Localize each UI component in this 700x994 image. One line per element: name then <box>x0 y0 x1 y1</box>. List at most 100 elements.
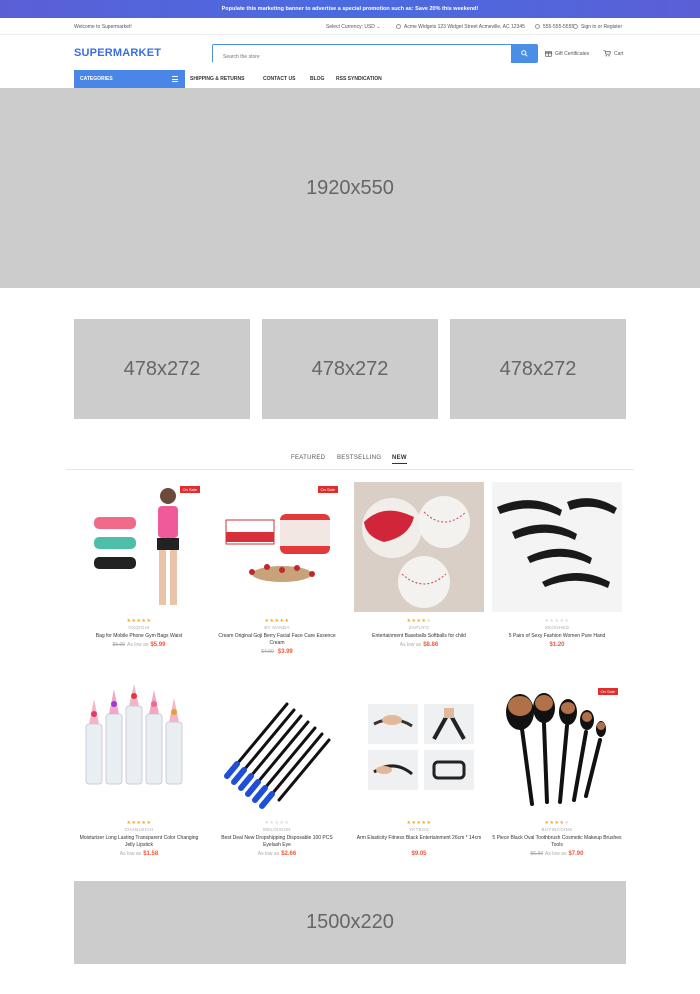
star-icon: ★ <box>564 618 570 624</box>
hero-placeholder-text: 1920x550 <box>306 176 394 199</box>
store-phone[interactable]: 555-555-5555 <box>535 24 574 30</box>
current-price: $3.99 <box>277 649 293 655</box>
currency-selector[interactable]: Select Currency: USD ⌄ <box>326 24 381 30</box>
product-card[interactable]: On Sale ★★★★★ OXQIGHI Bag for Mobile Pho… <box>74 482 204 667</box>
product-name[interactable]: Arm Elasticity Fitness Black Entertainme… <box>354 835 484 842</box>
phone-icon <box>535 24 540 30</box>
product-name[interactable]: Cream Original Goji Berry Facial Face Ca… <box>212 633 342 646</box>
product-image[interactable] <box>74 684 204 814</box>
rating-stars: ★★★★★ <box>492 618 622 624</box>
product-brand[interactable]: BY NANDA <box>212 625 342 630</box>
promo-banner: Populate this marketing banner to advert… <box>0 0 700 18</box>
product-price: As low as $8.86 <box>354 642 484 648</box>
product-name[interactable]: 5 Pairs of Sexy Fashion Women Pure Hand <box>492 633 622 640</box>
tab-bestselling[interactable]: BESTSELLING <box>337 455 381 461</box>
cart-link[interactable]: Cart <box>603 50 623 57</box>
search-input[interactable] <box>213 48 511 66</box>
address-text: Acme Widgets 123 Widget Street Acmeville… <box>404 24 525 30</box>
star-icon: ★ <box>426 618 432 624</box>
bottom-banner[interactable]: 1500x220 <box>74 881 626 964</box>
as-low-as: As low as <box>545 851 567 857</box>
old-price: $4.90 <box>261 649 274 655</box>
product-brand[interactable]: ZAPUYO <box>354 625 484 630</box>
old-price: $6.90 <box>530 851 544 857</box>
promo-tile-3[interactable]: 478x272 <box>450 319 626 419</box>
currency-label: Select Currency: USD <box>326 24 375 30</box>
search-button[interactable] <box>511 45 537 62</box>
product-brand[interactable]: OXQIGHI <box>74 625 204 630</box>
product-name[interactable]: Entertainment Baseballs Softballs for ch… <box>354 633 484 640</box>
store-address: Acme Widgets 123 Widget Street Acmeville… <box>396 24 525 30</box>
tile-placeholder-text: 478x272 <box>123 357 201 380</box>
star-icon: ★ <box>284 820 290 826</box>
rating-stars: ★★★★★ <box>354 618 484 624</box>
product-price: $4.90 $3.99 <box>212 649 342 655</box>
product-card[interactable]: On Sale ★★★★★ BUYINCOINS 5 Piece Black O… <box>492 684 622 869</box>
product-card[interactable]: ★★★★★ ZAPUYO Entertainment Baseballs Sof… <box>354 482 484 667</box>
rating-stars: ★★★★★ <box>492 820 622 826</box>
old-price: $6.00 <box>112 642 126 648</box>
product-image[interactable] <box>74 482 204 612</box>
product-image[interactable] <box>492 684 622 814</box>
product-name[interactable]: Moisturizer Long Lasting Transparent Col… <box>74 835 204 848</box>
product-name[interactable]: Best Deal New Dropshipping Disposable 10… <box>212 835 342 848</box>
product-price: $6.00 As low as $5.99 <box>74 642 204 648</box>
current-price: $9.05 <box>411 851 427 857</box>
product-card[interactable]: ★★★★★ CHANLECHI Moisturizer Long Lasting… <box>74 684 204 869</box>
product-card[interactable]: ★★★★★ YKTEOS Arm Elasticity Fitness Blac… <box>354 684 484 869</box>
location-pin-icon <box>396 24 401 30</box>
store-logo[interactable]: SUPERMARKET <box>74 47 161 59</box>
nav-shipping-returns[interactable]: SHIPPING & RETURNS <box>190 76 244 82</box>
signin-link[interactable]: Sign in or Register <box>573 24 622 30</box>
promo-text: Populate this marketing banner to advert… <box>221 6 479 12</box>
current-price: $1.20 <box>549 642 565 648</box>
product-price: $9.05 <box>354 851 484 857</box>
tab-featured[interactable]: FEATURED <box>291 455 325 461</box>
product-card[interactable]: On Sale ★★★★★ BY NANDA Cream Original Go… <box>212 482 342 667</box>
rating-stars: ★★★★★ <box>74 618 204 624</box>
product-card[interactable]: ★★★★★ MELOISION Best Deal New Dropshippi… <box>212 684 342 869</box>
signin-text: Sign in or Register <box>581 24 623 30</box>
tab-new[interactable]: NEW <box>392 455 407 464</box>
tabs-divider <box>66 469 634 470</box>
product-brand[interactable]: MELOISION <box>212 827 342 832</box>
promo-tile-2[interactable]: 478x272 <box>262 319 438 419</box>
product-image[interactable] <box>212 684 342 814</box>
header: SUPERMARKET Gift Certificates Cart <box>0 35 700 70</box>
star-icon: ★ <box>426 820 432 826</box>
star-icon: ★ <box>284 618 290 624</box>
current-price: $8.86 <box>423 642 439 648</box>
categories-button[interactable]: CATEGORIES <box>74 70 185 88</box>
tile-placeholder-text: 478x272 <box>499 357 577 380</box>
sale-badge: On Sale <box>317 486 338 493</box>
as-low-as: As low as <box>399 642 422 648</box>
promo-tile-1[interactable]: 478x272 <box>74 319 250 419</box>
product-card[interactable]: ★★★★★ SKONHED 5 Pairs of Sexy Fashion Wo… <box>492 482 622 667</box>
gift-certificates-link[interactable]: Gift Certificates <box>545 50 589 57</box>
nav-rss-syndication[interactable]: RSS SYNDICATION <box>336 76 382 82</box>
nav-contact-us[interactable]: CONTACT US <box>263 76 295 82</box>
tile-placeholder-text: 478x272 <box>311 357 389 380</box>
product-image[interactable] <box>354 684 484 814</box>
product-price: $6.90 As low as $7.90 <box>492 851 622 857</box>
product-image[interactable] <box>354 482 484 612</box>
product-brand[interactable]: SKONHED <box>492 625 622 630</box>
star-icon: ★ <box>146 820 152 826</box>
rating-stars: ★★★★★ <box>212 618 342 624</box>
current-price: $1.58 <box>143 851 159 857</box>
as-low-as: As low as <box>119 851 142 857</box>
product-name[interactable]: Bag for Mobile Phone Gym Bags Waist <box>74 633 204 640</box>
product-brand[interactable]: BUYINCOINS <box>492 827 622 832</box>
product-name[interactable]: 5 Piece Black Oval Toothbrush Cosmetic M… <box>492 835 622 848</box>
product-brand[interactable]: YKTEOS <box>354 827 484 832</box>
product-brand[interactable]: CHANLECHI <box>74 827 204 832</box>
current-price: $5.99 <box>150 642 166 648</box>
gift-label: Gift Certificates <box>555 50 590 57</box>
nav-blog[interactable]: BLOG <box>310 76 324 82</box>
product-image[interactable] <box>212 482 342 612</box>
as-low-as: As low as <box>127 642 149 648</box>
hero-banner[interactable]: 1920x550 <box>0 88 700 288</box>
current-price: $2.66 <box>281 851 297 857</box>
product-image[interactable] <box>492 482 622 612</box>
search-box <box>212 44 538 66</box>
